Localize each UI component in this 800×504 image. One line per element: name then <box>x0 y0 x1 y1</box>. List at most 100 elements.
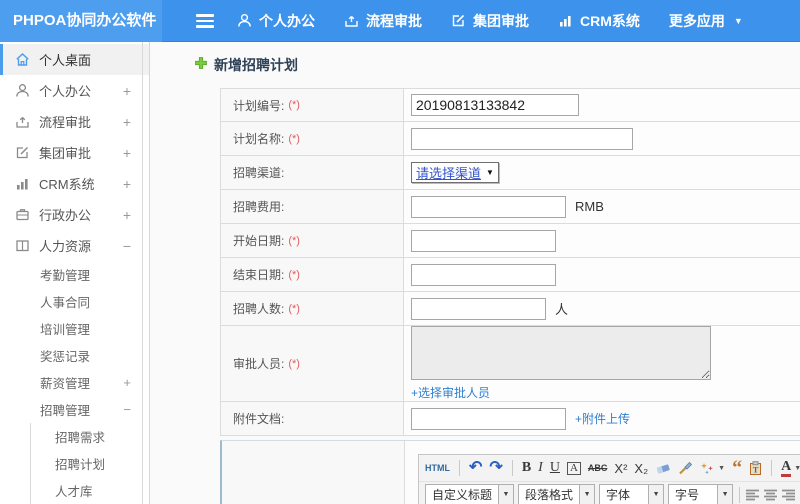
sidebar-item-rewards[interactable]: 奖惩记录 <box>0 342 149 369</box>
expand-plus-icon[interactable]: + <box>123 114 131 130</box>
approvers-textarea[interactable] <box>411 326 711 380</box>
end-date-input[interactable] <box>411 263 556 286</box>
combo-value: 字体 <box>606 488 631 502</box>
select-approvers-link[interactable]: +选择审批人员 <box>411 384 490 401</box>
user-icon <box>237 13 252 28</box>
sidebar-item-label: 奖惩记录 <box>40 350 91 364</box>
book-icon <box>15 238 30 253</box>
plan-number-input[interactable] <box>411 94 579 116</box>
strikethrough-icon[interactable]: ABC <box>588 463 608 473</box>
expand-plus-icon[interactable]: + <box>123 375 131 390</box>
blockquote-icon[interactable]: “ <box>732 458 742 478</box>
form-row-plan-number: 计划编号: (*) <box>220 88 800 122</box>
sidebar-item-label: 招聘需求 <box>55 431 106 445</box>
nav-more-apps[interactable]: 更多应用 ▼ <box>669 11 743 31</box>
font-size-select[interactable]: 字号 ▼ <box>668 484 734 504</box>
expand-plus-icon[interactable]: + <box>123 207 131 223</box>
sidebar-item-label: 人力资源 <box>39 239 92 254</box>
form-row-headcount: 招聘人数: (*) 人 <box>220 292 800 326</box>
align-right-icon[interactable] <box>782 489 796 501</box>
sidebar-item-label: 培训管理 <box>40 323 91 337</box>
field-label: 招聘渠道: <box>233 166 285 180</box>
nav-label: CRM系统 <box>580 12 640 29</box>
expand-plus-icon[interactable]: + <box>123 83 131 99</box>
sidebar-item-label: 集团审批 <box>39 146 92 161</box>
nav-label: 流程审批 <box>366 12 422 29</box>
form-row-start-date: 开始日期: (*) <box>220 224 800 258</box>
field-label: 招聘人数: <box>233 302 285 316</box>
sidebar-item-label: 个人办公 <box>39 84 92 99</box>
attachment-input[interactable] <box>411 407 566 430</box>
undo-icon[interactable]: ↶ <box>469 460 482 476</box>
expand-plus-icon[interactable]: + <box>123 176 131 192</box>
page-title: 新增招聘计划 <box>194 55 298 75</box>
paste-text-icon[interactable]: T <box>749 461 762 475</box>
expand-plus-icon[interactable]: + <box>123 145 131 161</box>
home-icon <box>15 52 30 67</box>
sidebar-item-process-approval[interactable]: 流程审批 + <box>0 106 149 137</box>
italic-icon[interactable]: I <box>538 461 543 475</box>
sidebar-item-attendance[interactable]: 考勤管理 <box>0 261 149 288</box>
field-label: 结束日期: <box>233 268 285 282</box>
custom-heading-select[interactable]: 自定义标题 ▼ <box>425 484 515 504</box>
nav-personal-office[interactable]: 个人办公 <box>237 11 315 31</box>
plan-name-input[interactable] <box>411 127 633 150</box>
menu-toggle-icon[interactable] <box>196 14 214 28</box>
format-painter-icon[interactable] <box>678 461 693 475</box>
nav-process-approval[interactable]: 流程审批 <box>344 11 422 31</box>
form-row-channel: 招聘渠道: 请选择渠道 ▼ <box>220 156 800 190</box>
caret-down-icon: ▼ <box>717 485 733 504</box>
nav-label: 集团审批 <box>473 12 529 29</box>
main-content: 新增招聘计划 计划编号:(*) 计划名称:(*) 招聘渠道: 请选择渠道 ▼ <box>150 42 800 504</box>
subscript-icon[interactable]: X₂ <box>634 462 648 475</box>
sidebar-item-recruit-mgmt[interactable]: 招聘管理 − <box>0 396 149 423</box>
caret-down-icon: ▼ <box>486 168 494 177</box>
nav-label: 更多应用 <box>668 12 725 29</box>
align-left-icon[interactable] <box>746 489 760 501</box>
redo-icon[interactable]: ↷ <box>489 460 502 476</box>
caret-down-icon: ▼ <box>498 485 514 504</box>
cost-input[interactable] <box>411 195 566 218</box>
sidebar-item-training[interactable]: 培训管理 <box>0 315 149 342</box>
form-row-cost: 招聘费用: RMB <box>220 190 800 224</box>
sidebar-item-talent-pool[interactable]: 人才库 <box>31 477 149 504</box>
superscript-icon[interactable]: X² <box>614 462 627 475</box>
sidebar-item-recruit-plan[interactable]: 招聘计划 <box>31 450 149 477</box>
char-style-icon[interactable]: A <box>566 461 581 475</box>
html-source-button[interactable]: HTML <box>425 463 450 473</box>
collapse-minus-icon[interactable]: − <box>123 402 131 417</box>
sidebar-item-salary[interactable]: 薪资管理 + <box>0 369 149 396</box>
field-label: 审批人员: <box>233 357 285 371</box>
attachment-upload-link[interactable]: +附件上传 <box>575 410 630 427</box>
sidebar-item-hr-contract[interactable]: 人事合同 <box>0 288 149 315</box>
headcount-input[interactable] <box>411 297 546 320</box>
user-icon <box>15 83 30 98</box>
eraser-icon[interactable] <box>655 462 671 475</box>
sidebar-item-crm[interactable]: CRM系统 + <box>0 168 149 199</box>
sidebar-item-group-approval[interactable]: 集团审批 + <box>0 137 149 168</box>
align-center-icon[interactable] <box>764 489 778 501</box>
sidebar-item-personal-office[interactable]: 个人办公 + <box>0 75 149 106</box>
nav-crm-system[interactable]: CRM系统 <box>558 11 640 31</box>
required-mark: (*) <box>288 99 300 111</box>
underline-icon[interactable]: U <box>550 461 560 475</box>
nav-group-approval[interactable]: 集团审批 <box>451 11 529 31</box>
app-window: PHPOA协同办公软件 个人办公 流程审批 集团审批 CRM系统 更多应用 ▼ … <box>0 0 800 504</box>
bold-icon[interactable]: B <box>522 461 531 475</box>
channel-select[interactable]: 请选择渠道 ▼ <box>411 162 499 183</box>
start-date-input[interactable] <box>411 229 556 252</box>
font-family-select[interactable]: 字体 ▼ <box>599 484 665 504</box>
magic-wand-icon[interactable]: ▼ <box>700 462 725 475</box>
app-logo: PHPOA协同办公软件 <box>0 0 162 42</box>
paragraph-format-select[interactable]: 段落格式 ▼ <box>518 484 596 504</box>
form-row-end-date: 结束日期: (*) <box>220 258 800 292</box>
rich-text-editor: HTML ↶ ↷ B I U A ABC X² X₂ ▼ “ T A 自定义标题… <box>418 454 800 504</box>
sidebar-item-personal-desktop[interactable]: 个人桌面 <box>0 44 149 75</box>
sidebar-item-hr[interactable]: 人力资源 − <box>0 230 149 261</box>
svg-text:T: T <box>753 465 759 475</box>
sidebar-item-admin-office[interactable]: 行政办公 + <box>0 199 149 230</box>
collapse-minus-icon[interactable]: − <box>123 238 131 254</box>
sidebar-item-recruit-demand[interactable]: 招聘需求 <box>31 423 149 450</box>
nav-label: 个人办公 <box>259 12 315 29</box>
font-color-button[interactable]: A ▼ <box>781 459 800 477</box>
